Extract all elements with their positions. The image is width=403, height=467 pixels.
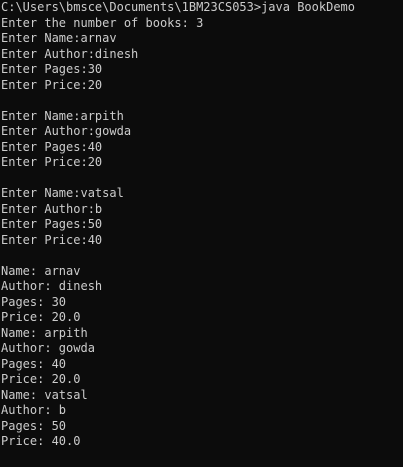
book2-price-input: Enter Price:20 bbox=[1, 155, 103, 169]
book3-price-output: Price: 40.0 bbox=[1, 434, 81, 448]
console-window[interactable]: C:\Users\bmsce\Documents\1BM23CS053>java… bbox=[0, 0, 403, 467]
book3-pages-input: Enter Pages:50 bbox=[1, 217, 103, 231]
book2-price-output: Price: 20.0 bbox=[1, 372, 81, 386]
book2-author-input: Enter Author:gowda bbox=[1, 124, 132, 138]
book2-name-input: Enter Name:arpith bbox=[1, 108, 124, 123]
book1-author-output: Author: dinesh bbox=[1, 279, 103, 293]
book3-author-output: Author: b bbox=[1, 403, 67, 417]
book2-author-output: Author: gowda bbox=[1, 341, 95, 355]
book3-name-output: Name: vatsal bbox=[1, 387, 88, 402]
book1-price-output: Price: 20.0 bbox=[1, 310, 81, 324]
book1-name-output: Name: arnav bbox=[1, 263, 81, 278]
command-prompt-line: C:\Users\bmsce\Documents\1BM23CS053>java… bbox=[1, 0, 356, 14]
book3-name-input: Enter Name:vatsal bbox=[1, 186, 124, 200]
book1-name-input: Enter Name:arnav bbox=[1, 31, 117, 45]
book1-price-input: Enter Price:20 bbox=[1, 77, 103, 92]
book1-author-input: Enter Author:dinesh bbox=[1, 46, 139, 61]
book3-pages-output: Pages: 50 bbox=[1, 418, 67, 433]
book3-author-input: Enter Author:b bbox=[1, 201, 103, 216]
book-count-prompt: Enter the number of books: 3 bbox=[1, 15, 204, 30]
book1-pages-input: Enter Pages:30 bbox=[1, 62, 103, 76]
book2-name-output: Name: arpith bbox=[1, 325, 88, 340]
book2-pages-input: Enter Pages:40 bbox=[1, 139, 103, 154]
book2-pages-output: Pages: 40 bbox=[1, 356, 67, 371]
book3-price-input: Enter Price:40 bbox=[1, 232, 103, 247]
book1-pages-output: Pages: 30 bbox=[1, 294, 67, 309]
